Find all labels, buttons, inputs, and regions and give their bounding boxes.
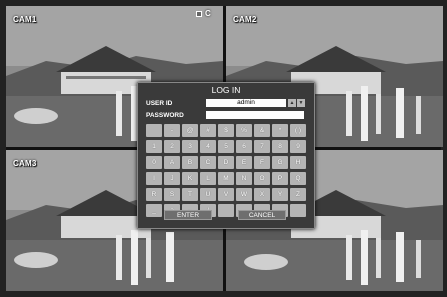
keyboard-key[interactable]: M xyxy=(218,172,234,185)
password-field[interactable] xyxy=(206,111,304,119)
keyboard-key[interactable]: B xyxy=(182,156,198,169)
keyboard-key[interactable]: W xyxy=(236,188,252,201)
keyboard-key[interactable]: 3 xyxy=(182,140,198,153)
record-indicator-text: C xyxy=(205,9,211,18)
keyboard-key[interactable]: P xyxy=(272,172,288,185)
keyboard-key[interactable]: U xyxy=(200,188,216,201)
user-id-field[interactable]: admin xyxy=(206,99,286,107)
keyboard-key[interactable]: Y xyxy=(272,188,288,201)
virtual-keyboard: - @ # $% & *( ) 1 2 3 4 5 6 7 8 9 0 A B C D E F G H I J K L M N O P Q R S T… xyxy=(146,124,308,217)
keyboard-key[interactable]: % xyxy=(236,124,252,137)
keyboard-key[interactable]: I xyxy=(146,172,162,185)
cancel-button[interactable]: CANCEL xyxy=(238,210,286,220)
keyboard-key[interactable]: 2 xyxy=(164,140,180,153)
keyboard-key[interactable]: Z xyxy=(290,188,306,201)
keyboard-key[interactable]: - xyxy=(164,124,180,137)
dialog-title: LOG IN xyxy=(211,85,241,95)
keyboard-key[interactable]: 0 xyxy=(146,156,162,169)
keyboard-key[interactable]: D xyxy=(218,156,234,169)
keyboard-key[interactable]: N xyxy=(236,172,252,185)
keyboard-key[interactable]: O xyxy=(254,172,270,185)
keyboard-key[interactable]: H xyxy=(290,156,306,169)
keyboard-key[interactable]: X xyxy=(254,188,270,201)
keyboard-key[interactable]: T xyxy=(182,188,198,201)
record-indicator-icon xyxy=(196,11,202,17)
keyboard-key[interactable]: F xyxy=(254,156,270,169)
keyboard-key[interactable]: _ xyxy=(146,204,162,217)
keyboard-key[interactable]: & xyxy=(254,124,270,137)
user-id-label: USER ID xyxy=(146,100,173,107)
keyboard-key[interactable]: 7 xyxy=(254,140,270,153)
keyboard-key[interactable]: G xyxy=(272,156,288,169)
keyboard-key[interactable] xyxy=(290,204,306,217)
keyboard-key[interactable]: L xyxy=(200,172,216,185)
camera-label: CAM2 xyxy=(233,15,257,24)
user-id-up-button[interactable]: ▲ xyxy=(288,99,296,107)
camera-label: CAM1 xyxy=(13,15,37,24)
enter-button[interactable]: ENTER xyxy=(164,210,212,220)
keyboard-key[interactable]: $ xyxy=(218,124,234,137)
keyboard-key[interactable]: V xyxy=(218,188,234,201)
dvr-screen: CAM1 CAM2 CAM3 C LOG IN USER ID admin ▲ … xyxy=(0,0,447,297)
keyboard-key[interactable]: R xyxy=(146,188,162,201)
user-id-down-button[interactable]: ▼ xyxy=(297,99,305,107)
keyboard-key[interactable]: 9 xyxy=(290,140,306,153)
keyboard-key[interactable]: K xyxy=(182,172,198,185)
keyboard-key[interactable] xyxy=(146,124,162,137)
keyboard-key[interactable]: ( ) xyxy=(290,124,306,137)
keyboard-key[interactable]: J xyxy=(164,172,180,185)
keyboard-key[interactable]: 8 xyxy=(272,140,288,153)
keyboard-key[interactable]: Q xyxy=(290,172,306,185)
keyboard-key[interactable]: * xyxy=(272,124,288,137)
keyboard-key[interactable]: S xyxy=(164,188,180,201)
keyboard-key[interactable]: @ xyxy=(182,124,198,137)
camera-label: CAM3 xyxy=(13,159,37,168)
keyboard-key[interactable]: 1 xyxy=(146,140,162,153)
keyboard-key[interactable] xyxy=(218,204,234,217)
keyboard-key[interactable]: 4 xyxy=(200,140,216,153)
keyboard-key[interactable]: A xyxy=(164,156,180,169)
keyboard-key[interactable]: 6 xyxy=(236,140,252,153)
keyboard-key[interactable]: # xyxy=(200,124,216,137)
login-dialog: LOG IN USER ID admin ▲ ▼ PASSWORD - @ # $% &… xyxy=(137,82,315,229)
keyboard-key[interactable]: C xyxy=(200,156,216,169)
keyboard-key[interactable]: 5 xyxy=(218,140,234,153)
password-label: PASSWORD xyxy=(146,112,184,119)
keyboard-key[interactable]: E xyxy=(236,156,252,169)
